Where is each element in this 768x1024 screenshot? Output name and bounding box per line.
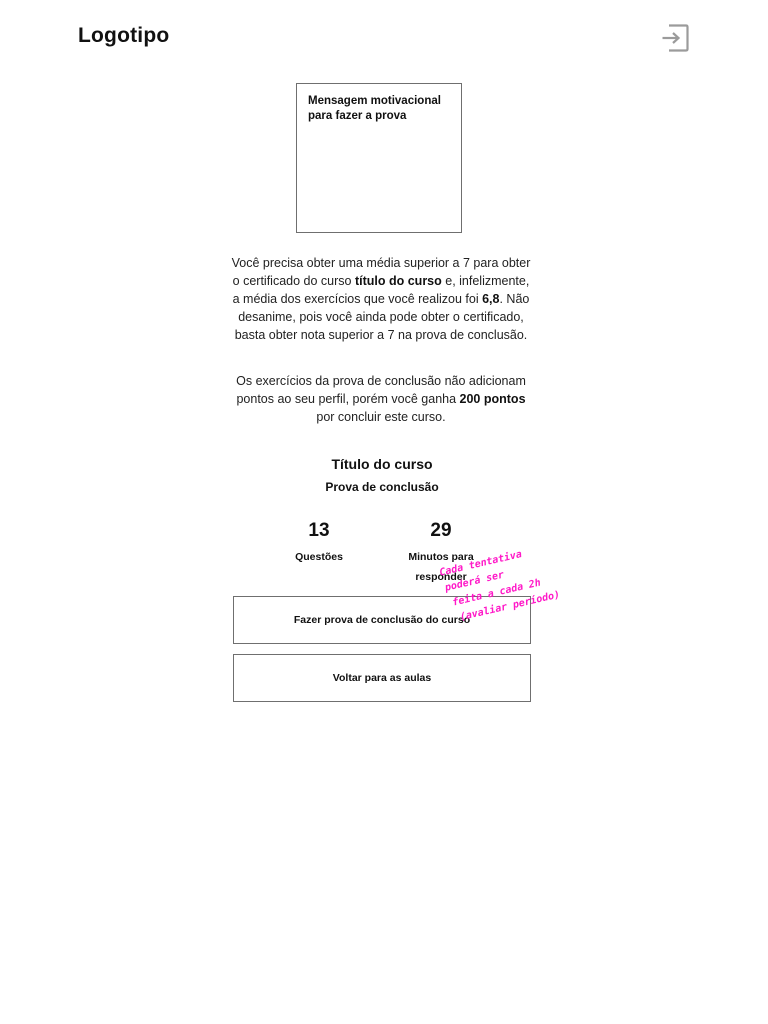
motivational-message-box: Mensagem motivacional para fazer a prova xyxy=(296,83,462,233)
points-message: Os exercícios da prova de conclusão não … xyxy=(236,374,526,424)
logout-icon xyxy=(662,24,689,52)
course-title: Título do curso xyxy=(331,456,433,472)
questions-count: 13 xyxy=(308,520,330,541)
logo: Logotipo xyxy=(78,24,170,47)
current-grade: 6,8 xyxy=(482,292,500,306)
logout-button[interactable] xyxy=(660,23,690,53)
course-name: título do curso xyxy=(354,274,442,288)
motivational-message: Mensagem motivacional para fazer a prova xyxy=(308,95,441,122)
exam-subtitle: Prova de conclusão xyxy=(325,480,439,494)
minutes-stat: 29 Minutos para responder xyxy=(398,519,484,587)
questions-stat: 13 Questões xyxy=(278,519,360,567)
minutes-label: Minutos para responder xyxy=(408,551,474,583)
minutes-count: 29 xyxy=(430,520,452,541)
grade-message: Você precisa obter uma média superior a … xyxy=(231,256,531,342)
questions-label: Questões xyxy=(295,551,343,563)
back-to-lessons-button[interactable]: Voltar para as aulas xyxy=(233,654,531,702)
points-value: 200 pontos xyxy=(459,392,526,406)
start-exam-button[interactable]: Fazer prova de conclusão do curso xyxy=(233,596,531,644)
